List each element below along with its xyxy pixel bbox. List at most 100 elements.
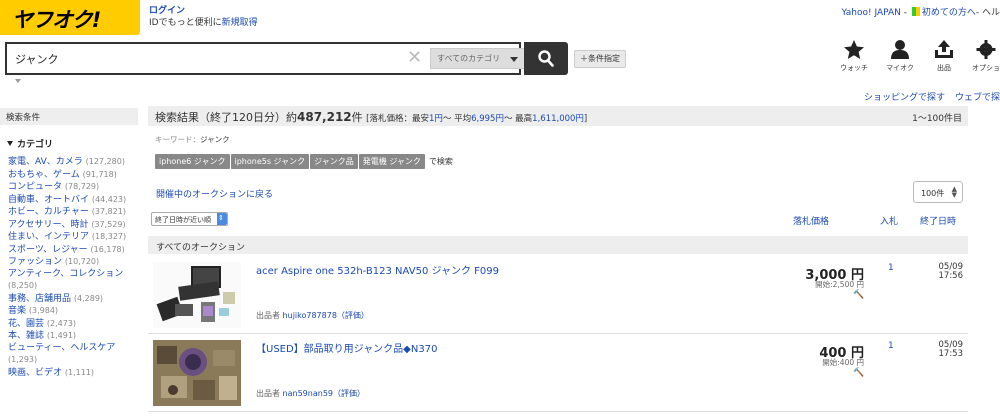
category-link[interactable]: スポーツ、レジャー — [8, 245, 88, 255]
search-button[interactable] — [524, 42, 568, 75]
results-main: 検索結果（終了120日分）約487,212件 [落札価格：最安1円〜 平均6,9… — [148, 106, 968, 412]
sidebar-category-item[interactable]: 花、園芸 (2,473) — [8, 318, 138, 331]
options-button[interactable]: オプショ — [968, 40, 1000, 73]
item-title[interactable]: 【USED】部品取り用ジャンク品◆N370 — [256, 340, 437, 355]
item-end-time: 05/09 17:53 — [938, 340, 964, 359]
login-area: ログイン IDでもっと便利に新規取得 — [149, 5, 258, 29]
category-list: 家電、AV、カメラ (127,280) おもちゃ、ゲーム (91,718) コンピュ… — [0, 156, 138, 379]
rating-link[interactable]: （評価） — [333, 389, 365, 398]
sidebar-category-item[interactable]: 本、雑誌 (1,491) — [8, 330, 138, 343]
sidebar-category-item[interactable]: 住まい、インテリア (18,327) — [8, 231, 138, 244]
search-icon — [538, 50, 554, 67]
sidebar-category-item[interactable]: 事務、店舗用品 (4,289) — [8, 293, 138, 306]
category-link[interactable]: アクセサリー、時計 — [8, 220, 88, 230]
category-heading[interactable]: カテゴリ — [7, 137, 138, 150]
category-link[interactable]: ビューティー、ヘルスケア — [8, 343, 115, 353]
col-bids-header[interactable]: 入札 — [880, 214, 898, 227]
chevron-down-icon — [510, 57, 518, 62]
category-link[interactable]: 住まい、インテリア — [8, 232, 89, 242]
hammer-icon: 🔨 — [853, 368, 865, 378]
category-count: (44,423) — [91, 194, 127, 204]
category-count: (37,529) — [91, 219, 126, 229]
category-link[interactable]: 事務、店舗用品 — [8, 294, 71, 304]
related-search-tag[interactable]: ジャンク品 — [310, 154, 358, 169]
category-link[interactable]: 自動車、オートバイ — [8, 195, 89, 205]
tags-suffix: で検索 — [428, 157, 453, 166]
category-link[interactable]: ファッション — [8, 257, 62, 267]
register-link[interactable]: 新規取得 — [222, 18, 258, 28]
category-count: (37,821) — [91, 207, 126, 216]
category-link[interactable]: 本、雑誌 — [8, 331, 44, 341]
select-arrows-icon — [217, 213, 227, 225]
category-count: (91,718) — [82, 169, 117, 179]
sidebar-category-item[interactable]: ホビー、カルチャー (37,821) — [8, 206, 138, 219]
yahoo-japan-link[interactable]: Yahoo! JAPAN — [842, 8, 901, 18]
sidebar-category-item[interactable]: ファッション (10,720) — [8, 256, 138, 269]
back-to-open-auctions-link[interactable]: 開催中のオークションに戻る — [156, 187, 968, 200]
help-link[interactable]: - ヘル — [976, 8, 1000, 18]
item-bids[interactable]: 1 — [888, 341, 894, 351]
sidebar-category-item[interactable]: スポーツ、レジャー (16,178) — [8, 244, 138, 257]
category-count: (16,178) — [90, 244, 125, 254]
sidebar-category-item[interactable]: アンティーク、コレクション (8,250) — [8, 269, 138, 293]
category-link[interactable]: アンティーク、コレクション — [8, 269, 123, 279]
sort-row: 終了日時が近い順 落札価格 入札 終了日時 — [148, 212, 968, 230]
category-count: (18,327) — [91, 232, 127, 241]
conditions-button[interactable]: ＋条件指定 — [574, 50, 626, 68]
seller-link[interactable]: hujiko787878 — [283, 311, 337, 320]
sort-select[interactable]: 終了日時が近い順 — [151, 212, 228, 226]
item-bids[interactable]: 1 — [888, 263, 894, 273]
sidebar-category-item[interactable]: 家電、AV、カメラ (127,280) — [8, 156, 138, 169]
category-count: (1,293) — [8, 355, 38, 364]
sidebar-category-item[interactable]: コンピュータ (78,729) — [8, 181, 138, 194]
col-end-header[interactable]: 終了日時 — [920, 214, 956, 227]
search-box: ✕ すべてのカテゴリ — [5, 42, 525, 75]
item-thumbnail[interactable] — [153, 340, 241, 406]
per-page-select[interactable]: 100件 ▲ ▼ — [913, 181, 963, 203]
result-range: 1〜100件目 — [912, 114, 962, 124]
sidebar-category-item[interactable]: おもちゃ、ゲーム (91,718) — [8, 169, 138, 182]
related-tags: iphone6 ジャンク iphone5s ジャンク ジャンク品 発電機 ジャンク で検… — [155, 154, 968, 169]
item-title[interactable]: acer Aspire one 532h-B123 NAV50 ジャンク F09… — [256, 262, 499, 277]
category-link[interactable]: 映画、ビデオ — [8, 368, 62, 378]
item-start-price: 開始:2,500 円 — [815, 280, 864, 289]
login-link[interactable]: ログイン — [149, 5, 258, 17]
sidebar-category-item[interactable]: 映画、ビデオ (1,111) — [8, 367, 138, 380]
sidebar-category-item[interactable]: 音楽 (3,984) — [8, 305, 138, 318]
col-price-header[interactable]: 落札価格 — [793, 214, 829, 227]
category-link[interactable]: ホビー、カルチャー — [8, 207, 89, 217]
category-select[interactable]: すべてのカテゴリ — [430, 48, 525, 69]
sell-button[interactable]: 出品 — [926, 40, 962, 73]
sidebar-category-item[interactable]: 自動車、オートバイ (44,423) — [8, 194, 138, 207]
category-count: (3,984) — [28, 306, 59, 315]
star-icon — [844, 40, 864, 59]
yahuoku-logo[interactable]: ヤフオク! — [0, 0, 140, 35]
category-link[interactable]: 音楽 — [8, 306, 26, 316]
category-link[interactable]: おもちゃ、ゲーム — [8, 170, 80, 180]
result-item: acer Aspire one 532h-B123 NAV50 ジャンク F09… — [148, 258, 968, 334]
related-search-tag[interactable]: 発電機 ジャンク — [358, 154, 425, 169]
related-search-tag[interactable]: iphone6 ジャンク — [155, 154, 230, 169]
clear-icon[interactable]: ✕ — [407, 48, 422, 68]
results-heading: 検索結果（終了120日分）約487,212件 [落札価格：最安1円〜 平均6,9… — [148, 106, 968, 126]
section-all-auctions: すべてのオークション — [148, 236, 968, 254]
beginner-leaf-icon — [911, 7, 920, 16]
web-search-link[interactable]: ウェブで探 — [955, 93, 1000, 103]
category-link[interactable]: 家電、AV、カメラ — [8, 157, 83, 167]
search-input[interactable] — [15, 50, 395, 68]
sidebar-category-item[interactable]: アクセサリー、時計 (37,529) — [8, 219, 138, 232]
myauc-button[interactable]: マイオク — [882, 40, 918, 73]
seller-link[interactable]: nan59nan59 — [283, 389, 333, 398]
item-thumbnail[interactable] — [153, 262, 241, 328]
first-time-link[interactable]: 初めての方へ — [922, 8, 976, 18]
watch-button[interactable]: ウォッチ — [836, 40, 872, 73]
sidebar-category-item[interactable]: ビューティー、ヘルスケア (1,293) — [8, 343, 138, 367]
history-caret-icon[interactable] — [15, 79, 21, 83]
total-count: 487,212 — [297, 110, 352, 124]
rating-link[interactable]: （評価） — [337, 311, 369, 320]
category-link[interactable]: 花、園芸 — [8, 319, 44, 329]
shopping-link[interactable]: ショッピングで探す — [864, 93, 945, 103]
category-link[interactable]: コンピュータ — [8, 182, 62, 192]
category-count: (78,729) — [64, 182, 100, 191]
related-search-tag[interactable]: iphone5s ジャンク — [230, 154, 310, 169]
